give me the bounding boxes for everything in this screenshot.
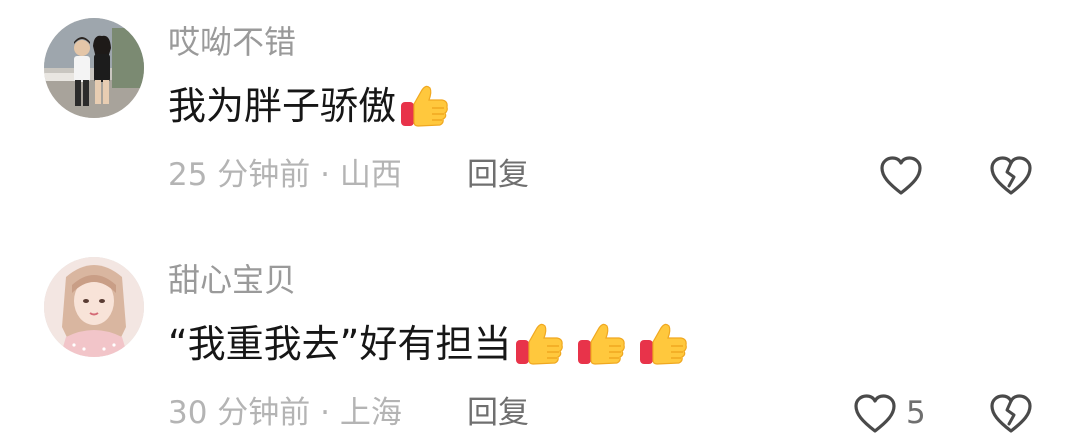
comment-username[interactable]: 哎呦不错 xyxy=(168,22,296,62)
thumbs-up-emoji-icon xyxy=(575,318,627,370)
heart-outline-icon[interactable] xyxy=(852,392,898,434)
broken-heart-outline-icon[interactable] xyxy=(988,154,1034,196)
comment-time-location: 25 分钟前 · 山西 xyxy=(168,157,402,193)
comment-content: “我重我去”好有担当 xyxy=(168,318,689,370)
avatar-photo xyxy=(44,18,144,118)
broken-heart-outline-icon[interactable] xyxy=(988,392,1034,434)
avatar-photo xyxy=(44,257,144,357)
like-count: 5 xyxy=(906,395,926,431)
comment-text: 我为胖子骄傲 xyxy=(168,84,397,128)
comment-item: 甜心宝贝 “我重我去”好有担当 30 分钟前 · 上海 回复 5 xyxy=(0,240,1080,440)
comment-text: “我重我去”好有担当 xyxy=(168,322,512,366)
heart-outline-icon[interactable] xyxy=(878,154,924,196)
comment-content: 我为胖子骄傲 xyxy=(168,80,450,132)
avatar[interactable] xyxy=(44,18,144,118)
avatar[interactable] xyxy=(44,257,144,357)
reply-button[interactable]: 回复 xyxy=(467,393,529,433)
thumbs-up-emoji-icon xyxy=(637,318,689,370)
thumbs-up-emoji-icon xyxy=(513,318,565,370)
comment-time-location: 30 分钟前 · 上海 xyxy=(168,395,402,431)
comment-item: 哎呦不错 我为胖子骄傲 25 分钟前 · 山西 回复 xyxy=(0,0,1080,200)
comment-username[interactable]: 甜心宝贝 xyxy=(168,260,296,300)
thumbs-up-emoji-icon xyxy=(398,80,450,132)
reply-button[interactable]: 回复 xyxy=(467,155,529,195)
